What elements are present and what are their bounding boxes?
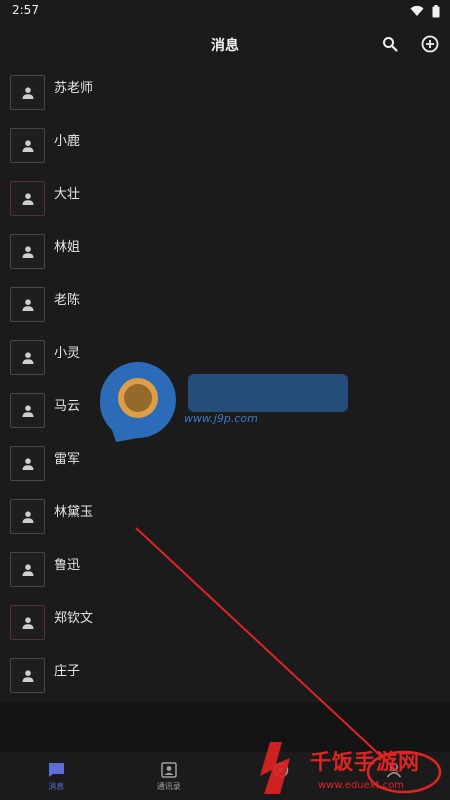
watermark-bottom-logo — [260, 742, 290, 794]
tab-label: 通讯录 — [156, 782, 181, 791]
contact-item[interactable]: 林黛玉 — [0, 490, 450, 543]
status-time: 2:57 — [12, 3, 39, 17]
watermark-logo — [100, 362, 348, 442]
add-circle-icon — [421, 35, 439, 53]
chat-icon — [49, 763, 65, 777]
contact-name: 苏老师 — [54, 81, 94, 96]
header: 消息 — [0, 22, 450, 66]
person-icon — [22, 86, 33, 99]
contacts-icon — [161, 762, 177, 778]
contact-item[interactable]: 庄子 — [0, 649, 450, 702]
status-bar: 2:57 — [0, 0, 450, 22]
contact-item[interactable]: 郑钦文 — [0, 596, 450, 649]
contact-item[interactable]: 苏老师 — [0, 66, 450, 119]
contact-name: 小灵 — [54, 346, 81, 361]
watermark-bottom: 千饭手游网 www.eduext.com — [256, 736, 450, 800]
contact-item[interactable]: 林姐 — [0, 225, 450, 278]
contact-name: 鲁迅 — [54, 558, 81, 573]
person-icon — [22, 510, 33, 523]
avatar — [10, 499, 45, 534]
tab-messages[interactable]: 消息 — [0, 752, 113, 800]
battery-icon — [432, 4, 440, 17]
avatar — [10, 234, 45, 269]
person-icon — [22, 616, 33, 629]
avatar — [10, 128, 45, 163]
person-icon — [22, 298, 33, 311]
contact-name: 老陈 — [54, 293, 81, 308]
contact-name: 雷军 — [54, 452, 81, 467]
contact-name: 郑钦文 — [54, 611, 94, 626]
avatar — [10, 181, 45, 216]
avatar — [10, 658, 45, 693]
contact-name: 大壮 — [54, 187, 81, 202]
status-icons — [410, 4, 440, 18]
person-icon — [22, 457, 33, 470]
contact-name: 庄子 — [54, 664, 81, 679]
search-button[interactable] — [379, 33, 401, 55]
person-icon — [22, 669, 33, 682]
wifi-icon — [410, 5, 424, 16]
avatar — [10, 287, 45, 322]
person-icon — [22, 139, 33, 152]
contact-item[interactable]: 鲁迅 — [0, 543, 450, 596]
person-icon — [22, 404, 33, 417]
contact-name: 林姐 — [54, 240, 81, 255]
avatar — [10, 393, 45, 428]
contact-item[interactable]: 大壮 — [0, 172, 450, 225]
contact-item[interactable]: 老陈 — [0, 278, 450, 331]
avatar — [10, 605, 45, 640]
tab-label: 消息 — [48, 782, 65, 791]
search-icon — [383, 37, 398, 52]
avatar — [10, 446, 45, 481]
contact-name: 马云 — [54, 399, 81, 414]
person-icon — [22, 351, 33, 364]
contact-item[interactable]: 雷军 — [0, 437, 450, 490]
watermark-url: www.j9p.com — [184, 412, 258, 425]
contact-name: 小鹿 — [54, 134, 81, 149]
add-button[interactable] — [419, 33, 441, 55]
avatar — [10, 340, 45, 375]
person-icon — [22, 245, 33, 258]
watermark-bottom-url: www.eduext.com — [318, 780, 404, 791]
watermark-bottom-text: 千饭手游网 — [310, 750, 420, 774]
contact-name: 林黛玉 — [54, 505, 94, 520]
person-icon — [22, 192, 33, 205]
person-icon — [22, 563, 33, 576]
contact-item[interactable]: 小鹿 — [0, 119, 450, 172]
avatar — [10, 552, 45, 587]
avatar — [10, 75, 45, 110]
tab-contacts[interactable]: 通讯录 — [113, 752, 226, 800]
